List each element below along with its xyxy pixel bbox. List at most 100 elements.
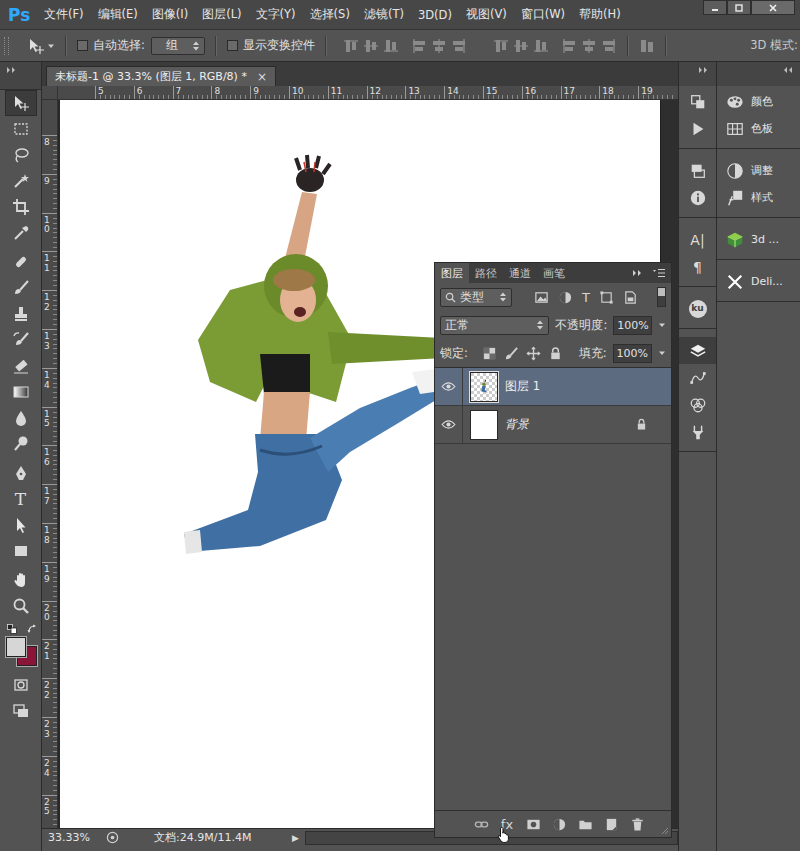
filter-toggle[interactable] xyxy=(657,287,666,307)
actions-icon[interactable] xyxy=(689,120,707,138)
dock-button[interactable] xyxy=(679,418,716,445)
grip[interactable] xyxy=(4,37,9,55)
tool-button[interactable]: T xyxy=(5,486,37,512)
align-icon[interactable] xyxy=(493,38,509,54)
dock-button[interactable]: A| xyxy=(679,226,716,253)
panel-button[interactable]: Deli... xyxy=(717,268,800,295)
panel-tab[interactable]: 路径 xyxy=(469,263,503,283)
visibility-eye-icon[interactable] xyxy=(441,419,456,430)
filter-type-dropdown[interactable]: 类型 xyxy=(440,288,512,307)
dock-button[interactable] xyxy=(679,391,716,418)
close-button[interactable] xyxy=(751,0,795,15)
dropdown-arrow-icon[interactable] xyxy=(499,291,507,303)
shape-icon[interactable] xyxy=(599,290,614,305)
path-select-tool-icon[interactable] xyxy=(12,516,30,534)
blend-mode-dropdown[interactable]: 正常 xyxy=(440,316,549,335)
dock-button[interactable] xyxy=(679,184,716,211)
layer-action-button[interactable] xyxy=(525,816,541,832)
tool-button[interactable] xyxy=(5,567,37,593)
tool-button[interactable] xyxy=(5,460,37,486)
collapse-icon[interactable] xyxy=(6,67,18,73)
tool-button[interactable] xyxy=(5,142,37,168)
status-menu-arrow[interactable]: ▶ xyxy=(292,833,299,843)
align-icon[interactable] xyxy=(431,38,447,54)
presets-icon[interactable] xyxy=(689,423,707,441)
tool-button[interactable] xyxy=(5,275,37,301)
dock-button[interactable]: ¶ xyxy=(679,253,716,280)
move-tool-icon[interactable] xyxy=(27,37,45,55)
auto-select-dropdown[interactable]: 组 xyxy=(151,37,205,55)
adjust-icon[interactable] xyxy=(558,290,573,305)
collapse-icon[interactable] xyxy=(632,270,644,276)
menu-item[interactable]: 视图(V) xyxy=(466,7,507,22)
layer-action-button[interactable] xyxy=(551,816,567,832)
crop-tool-icon[interactable] xyxy=(12,198,30,216)
caret-icon[interactable] xyxy=(658,321,666,329)
tool-button[interactable] xyxy=(5,327,37,353)
align-icon[interactable] xyxy=(513,38,529,54)
resize-grip-icon[interactable] xyxy=(659,825,669,835)
ruler-corner[interactable] xyxy=(42,86,58,100)
panel-tab[interactable]: 画笔 xyxy=(537,263,571,283)
layer-action-button[interactable] xyxy=(603,816,619,832)
brush-tool-icon[interactable] xyxy=(12,279,30,297)
plugin-icon[interactable]: ku xyxy=(689,300,707,318)
3d-icon[interactable] xyxy=(726,231,744,249)
adjust-icon[interactable] xyxy=(552,817,567,832)
eraser-tool-icon[interactable] xyxy=(12,357,30,375)
menu-item[interactable]: 图层(L) xyxy=(202,7,241,22)
layer-action-button[interactable] xyxy=(629,816,645,832)
dock-button[interactable] xyxy=(679,157,716,184)
panel-button[interactable]: 色板 xyxy=(717,115,800,142)
align-icon[interactable] xyxy=(581,38,597,54)
history-tool-icon[interactable] xyxy=(12,331,30,349)
color-icon[interactable] xyxy=(726,93,744,111)
tool-button[interactable] xyxy=(5,512,37,538)
zoom-level[interactable]: 33.33% xyxy=(42,831,100,844)
quick-mask-button[interactable] xyxy=(5,672,37,698)
align-icon[interactable] xyxy=(363,38,379,54)
dock-button[interactable]: ku xyxy=(679,295,716,322)
layer-name[interactable]: 图层 1 xyxy=(505,379,540,394)
character-icon[interactable]: A| xyxy=(690,233,704,247)
menu-item[interactable]: 图像(I) xyxy=(152,7,188,22)
comps-icon[interactable] xyxy=(689,162,707,180)
info-icon[interactable] xyxy=(689,189,707,207)
layers-icon[interactable] xyxy=(689,342,707,360)
lasso-tool-icon[interactable] xyxy=(12,146,30,164)
menu-item[interactable]: 文字(Y) xyxy=(256,7,296,22)
checkbox[interactable] xyxy=(227,40,238,51)
swap-colors-icon[interactable] xyxy=(27,624,37,634)
screen-mode-button[interactable] xyxy=(5,698,37,724)
dropdown-arrow-icon[interactable] xyxy=(536,319,544,331)
shape-tool-icon[interactable] xyxy=(12,542,30,560)
panel-button[interactable]: 3d ... xyxy=(717,226,800,253)
link-icon[interactable] xyxy=(474,817,489,832)
align-icon[interactable] xyxy=(533,38,549,54)
tool-button[interactable] xyxy=(5,379,37,405)
tool-preset-picker[interactable] xyxy=(27,37,55,55)
show-transform-checkbox[interactable]: 显示变换控件 xyxy=(227,38,315,53)
tool-button[interactable] xyxy=(5,194,37,220)
eyedropper-tool-icon[interactable] xyxy=(12,224,30,242)
document-tab[interactable]: 未标题-1 @ 33.3% (图层 1, RGB/8) * × xyxy=(46,66,276,86)
default-colors-icon[interactable] xyxy=(7,624,17,634)
collapse-icon[interactable] xyxy=(782,67,794,73)
lock-image-icon[interactable] xyxy=(504,346,519,361)
align-icon[interactable] xyxy=(383,38,399,54)
align-icon[interactable] xyxy=(343,38,359,54)
dock-button[interactable] xyxy=(679,115,716,142)
dock-button[interactable] xyxy=(679,364,716,391)
tool-button[interactable] xyxy=(5,301,37,327)
checkbox[interactable] xyxy=(77,40,88,51)
panel-button[interactable]: 样式 xyxy=(717,184,800,211)
marquee-tool-icon[interactable] xyxy=(12,120,30,138)
layer-name[interactable]: 背景 xyxy=(505,417,529,432)
paragraph-icon[interactable]: ¶ xyxy=(693,260,702,274)
horizontal-ruler[interactable]: 5678910111213141516171819 xyxy=(58,86,678,100)
panel-button[interactable]: 颜色 xyxy=(717,88,800,115)
smart-icon[interactable] xyxy=(623,290,638,305)
menu-item[interactable]: 选择(S) xyxy=(310,7,350,22)
align-icon[interactable] xyxy=(601,38,617,54)
screen-mode-icon[interactable] xyxy=(12,702,30,720)
